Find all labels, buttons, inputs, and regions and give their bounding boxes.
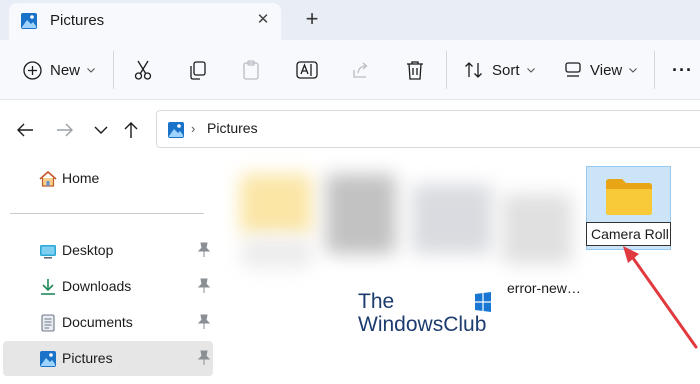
documents-icon <box>41 314 55 332</box>
view-button[interactable]: View <box>564 40 638 100</box>
chevron-down-icon <box>526 67 535 73</box>
sidebar-label-pictures: Pictures <box>62 350 113 366</box>
toolbar-divider <box>654 51 655 89</box>
sort-icon <box>465 62 482 78</box>
breadcrumb-pictures[interactable]: Pictures <box>207 120 258 136</box>
sidebar-item-desktop[interactable]: Desktop <box>3 233 213 268</box>
blurred-thumbnail <box>242 238 312 268</box>
chevron-down-icon <box>87 67 95 73</box>
more-options-button[interactable]: ··· <box>672 40 693 100</box>
watermark: The WindowsClub <box>358 290 498 338</box>
scissors-icon <box>134 60 152 80</box>
watermark-line2: WindowsClub <box>358 313 487 336</box>
tab-pictures[interactable]: Pictures ✕ <box>9 3 281 40</box>
watermark-line1: The <box>358 290 395 313</box>
sidebar-item-documents[interactable]: Documents <box>3 305 213 340</box>
rename-input[interactable]: Camera Roll <box>586 222 671 246</box>
sort-button[interactable]: Sort <box>464 40 535 100</box>
paste-button[interactable] <box>242 40 260 100</box>
sidebar-item-home[interactable]: Home <box>3 161 213 196</box>
toolbar-divider <box>113 51 114 89</box>
pictures-icon <box>168 122 184 138</box>
sidebar-item-downloads[interactable]: Downloads <box>3 269 213 304</box>
sidebar-divider <box>10 213 204 214</box>
close-tab-icon[interactable]: ✕ <box>253 10 273 30</box>
up-arrow-icon[interactable] <box>120 119 142 141</box>
cut-button[interactable] <box>133 40 153 100</box>
pin-icon <box>197 278 211 293</box>
blurred-thumbnail[interactable] <box>502 194 572 264</box>
new-button[interactable]: New <box>23 40 95 100</box>
address-row: › Pictures <box>0 100 700 158</box>
share-icon <box>353 62 368 78</box>
trash-icon <box>407 61 423 80</box>
rename-input-value: Camera Roll <box>591 226 669 242</box>
pin-icon <box>197 242 211 257</box>
blurred-thumbnail[interactable] <box>326 174 396 254</box>
plus-circle-icon <box>23 60 42 80</box>
paste-icon <box>243 60 259 80</box>
desktop-icon <box>40 245 56 259</box>
windows-logo-icon <box>475 292 491 312</box>
command-bar: New Sort View ··· <box>0 40 700 100</box>
blurred-thumbnail[interactable] <box>412 184 492 254</box>
sidebar-label-home: Home <box>62 170 100 186</box>
pictures-icon <box>40 351 56 367</box>
sidebar-label-documents: Documents <box>62 314 133 330</box>
share-button[interactable] <box>351 40 371 100</box>
navigation-pane: Home Desktop Downloads Documents Picture… <box>0 158 222 384</box>
text-cursor <box>669 226 670 241</box>
download-icon <box>41 279 55 295</box>
view-icon <box>565 62 581 77</box>
new-label: New <box>50 61 81 79</box>
breadcrumb-chevron-icon: › <box>191 121 196 136</box>
sidebar-label-desktop: Desktop <box>62 242 114 258</box>
rename-button[interactable] <box>296 40 318 100</box>
chevron-down-icon <box>629 67 638 73</box>
recent-locations-chevron-icon[interactable] <box>90 119 112 141</box>
red-arrow-annotation <box>623 246 698 349</box>
pin-icon <box>197 314 211 329</box>
toolbar-divider <box>446 51 447 89</box>
sidebar-item-pictures[interactable]: Pictures <box>3 341 213 376</box>
file-view: error-new… Camera Roll <box>222 158 700 384</box>
copy-icon <box>190 60 206 80</box>
more-icon: ··· <box>672 59 693 80</box>
folder-icon <box>606 179 652 215</box>
address-bar[interactable]: › Pictures <box>156 110 700 148</box>
forward-arrow-icon[interactable] <box>54 119 76 141</box>
rename-icon <box>296 61 318 79</box>
back-arrow-icon[interactable] <box>14 119 36 141</box>
sidebar-label-downloads: Downloads <box>62 278 132 294</box>
sort-label: Sort <box>492 61 520 79</box>
copy-button[interactable] <box>188 40 207 100</box>
home-icon <box>39 170 57 187</box>
pin-icon <box>197 350 211 365</box>
view-label: View <box>590 61 623 79</box>
new-tab-button[interactable]: + <box>301 7 323 31</box>
file-name-label: error-new… <box>507 280 581 296</box>
blurred-thumbnail[interactable] <box>240 174 312 234</box>
delete-button[interactable] <box>406 40 424 100</box>
tab-bar: Pictures ✕ + <box>0 0 700 40</box>
pictures-icon <box>21 13 37 29</box>
tab-title: Pictures <box>50 12 105 29</box>
